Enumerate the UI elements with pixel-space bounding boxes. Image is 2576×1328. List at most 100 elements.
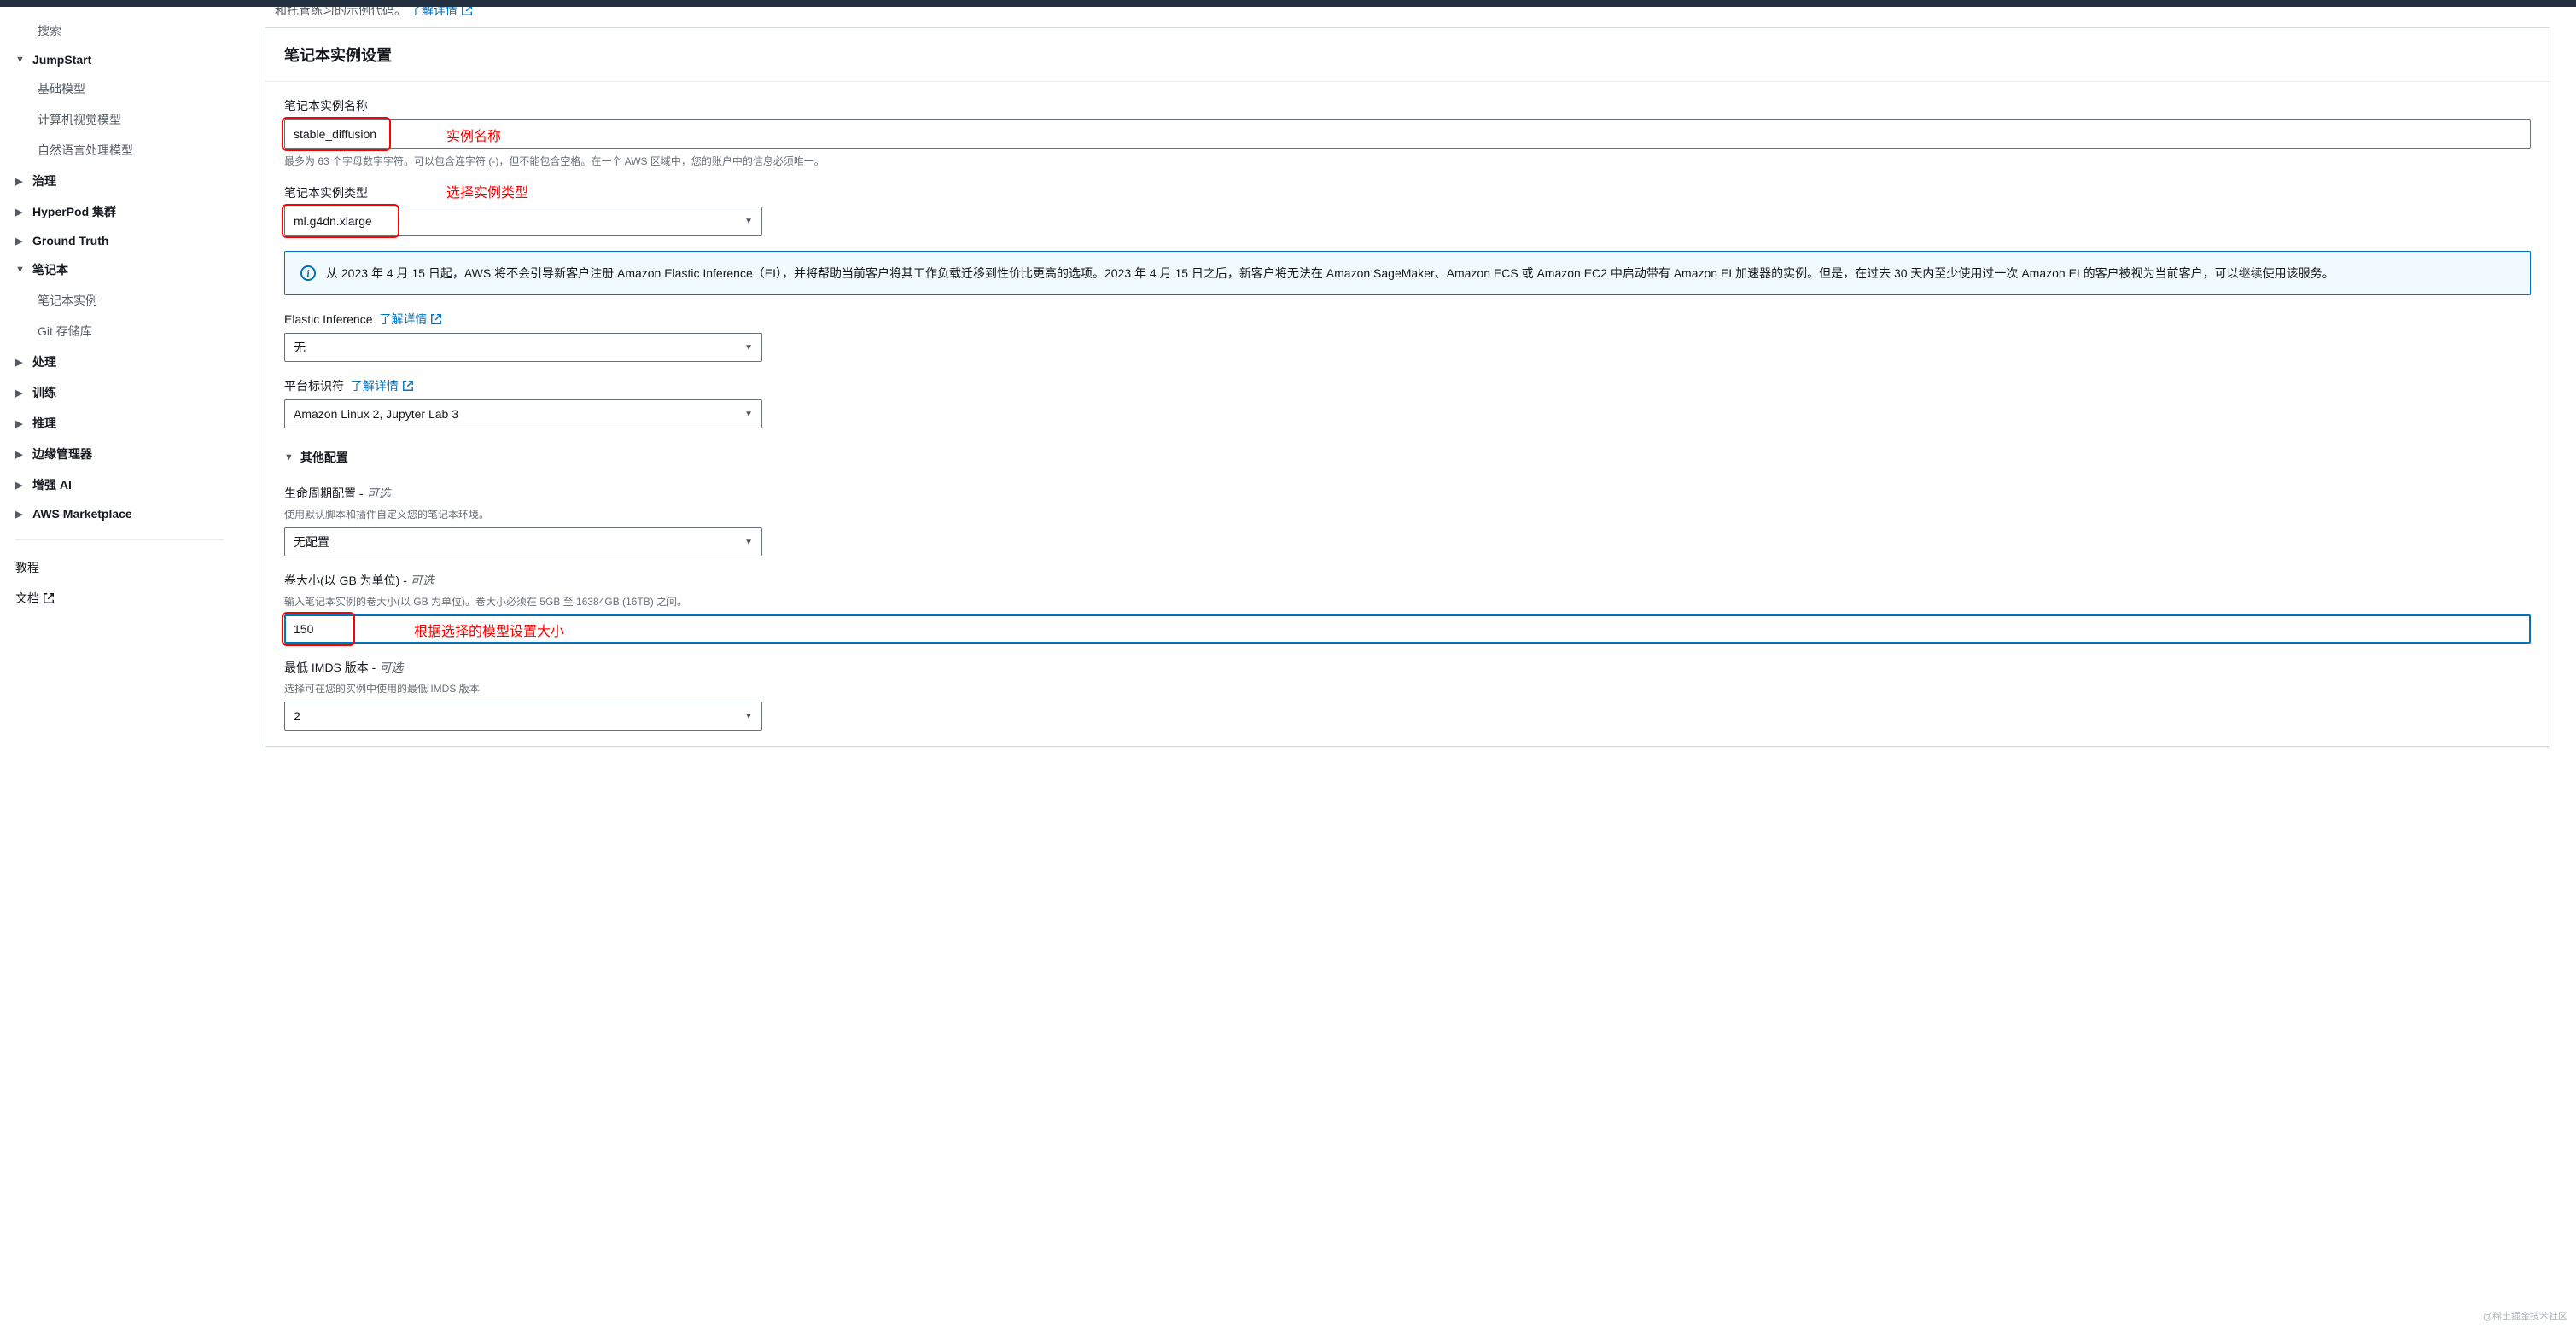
sidebar-item-nlp-models[interactable]: 自然语言处理模型: [0, 135, 239, 166]
platform-learn-more-link[interactable]: 了解详情: [351, 379, 414, 393]
info-text: 从 2023 年 4 月 15 日起，AWS 将不会引导新客户注册 Amazon…: [326, 264, 2334, 282]
caret-right-icon: ▶: [15, 509, 27, 520]
sidebar-link-tutorial[interactable]: 教程: [0, 552, 239, 583]
sidebar-label: Ground Truth: [32, 234, 108, 248]
imds-select[interactable]: 2 ▼: [284, 702, 762, 731]
panel-body: 笔记本实例名称 实例名称 最多为 63 个字母数字字符。可以包含连字符 (-)，…: [265, 82, 2550, 746]
caret-right-icon: ▶: [15, 449, 27, 460]
caret-right-icon: ▶: [15, 418, 27, 429]
sidebar-label: 处理: [32, 353, 56, 370]
sidebar-label: 教程: [15, 559, 39, 576]
sidebar-group-inference[interactable]: ▶推理: [0, 408, 239, 439]
top-nav-bar: [0, 0, 2576, 7]
optional-tag: 可选: [379, 661, 403, 674]
expander-label: 其他配置: [300, 449, 348, 466]
sidebar-group-edge[interactable]: ▶ 边缘管理器: [0, 439, 239, 469]
field-label-volume: 卷大小(以 GB 为单位) - 可选: [284, 572, 2531, 589]
field-label-text: 卷大小(以 GB 为单位) -: [284, 574, 411, 587]
link-text: 了解详情: [351, 379, 399, 393]
ei-learn-more-link[interactable]: 了解详情: [379, 312, 442, 326]
field-label-text: 生命周期配置 -: [284, 486, 366, 500]
info-icon: i: [300, 265, 316, 281]
caret-right-icon: ▶: [15, 176, 27, 187]
sidebar-label: JumpStart: [32, 53, 91, 67]
caret-down-icon: ▼: [744, 410, 753, 419]
sidebar-group-governance[interactable]: ▶ 治理: [0, 166, 239, 196]
caret-down-icon: ▼: [15, 265, 27, 275]
field-label-platform: 平台标识符 了解详情: [284, 377, 2531, 394]
help-text-volume: 输入笔记本实例的卷大小(以 GB 为单位)。卷大小必须在 5GB 至 16384…: [284, 594, 2531, 609]
optional-tag: 可选: [366, 486, 390, 500]
link-text: 了解详情: [379, 312, 427, 326]
sidebar-group-groundtruth[interactable]: ▶ Ground Truth: [0, 227, 239, 254]
caret-down-icon: ▼: [744, 712, 753, 721]
sidebar-group-jumpstart[interactable]: ▼ JumpStart: [0, 46, 239, 73]
caret-down-icon: ▼: [744, 217, 753, 226]
panel-title: 笔记本实例设置: [265, 28, 2550, 82]
sidebar-label: AWS Marketplace: [32, 507, 132, 521]
caret-down-icon: ▼: [744, 538, 753, 547]
caret-right-icon: ▶: [15, 387, 27, 399]
sidebar-group-augmented-ai[interactable]: ▶ 增强 AI: [0, 469, 239, 500]
caret-down-icon: ▼: [284, 452, 294, 463]
external-link-icon: [43, 591, 55, 605]
help-text-name: 最多为 63 个字母数字字符。可以包含连字符 (-)，但不能包含空格。在一个 A…: [284, 154, 2531, 169]
settings-panel: 笔记本实例设置 笔记本实例名称 实例名称 最多为 63 个字母数字字符。可以包含…: [265, 27, 2550, 747]
sidebar-label: 计算机视觉模型: [38, 111, 121, 128]
info-alert: i 从 2023 年 4 月 15 日起，AWS 将不会引导新客户注册 Amaz…: [284, 251, 2531, 295]
caret-right-icon: ▶: [15, 357, 27, 368]
sidebar-label: Git 存储库: [38, 323, 92, 340]
external-link-icon: [402, 379, 414, 393]
field-label-imds: 最低 IMDS 版本 - 可选: [284, 659, 2531, 676]
sidebar-item-notebook-instances[interactable]: 笔记本实例: [0, 285, 239, 316]
sidebar-divider: [15, 539, 224, 540]
sidebar-label: 治理: [32, 172, 56, 189]
sidebar-item-git-repos[interactable]: Git 存储库: [0, 316, 239, 347]
select-value: 无配置: [294, 533, 329, 550]
optional-tag: 可选: [411, 574, 434, 587]
sidebar-label: 自然语言处理模型: [38, 142, 133, 159]
sidebar: 搜索 ▼ JumpStart 基础模型 计算机视觉模型 自然语言处理模型 ▶ 治理…: [0, 0, 239, 1328]
caret-down-icon: ▼: [744, 343, 753, 352]
select-value: 2: [294, 709, 300, 723]
ei-select[interactable]: 无 ▼: [284, 333, 762, 362]
name-input-wrapper: 实例名称: [284, 119, 2531, 149]
sidebar-label: 边缘管理器: [32, 446, 92, 463]
volume-input-wrapper: 根据选择的模型设置大小: [284, 614, 2531, 644]
volume-size-input[interactable]: [284, 614, 2531, 644]
platform-select[interactable]: Amazon Linux 2, Jupyter Lab 3 ▼: [284, 399, 762, 428]
caret-right-icon: ▶: [15, 480, 27, 491]
notebook-name-input[interactable]: [284, 119, 2531, 149]
select-value: 无: [294, 339, 306, 356]
sidebar-group-notebook[interactable]: ▼ 笔记本: [0, 254, 239, 285]
field-label-text: Elastic Inference: [284, 312, 373, 326]
field-label-ei: Elastic Inference 了解详情: [284, 311, 2531, 328]
field-label-text: 平台标识符: [284, 379, 344, 393]
other-config-expander[interactable]: ▼ 其他配置: [284, 440, 2531, 469]
main-content: 和托管练习的示例代码。 了解详情 笔记本实例设置 笔记本实例名称 实例名称 最多…: [239, 0, 2576, 1328]
sidebar-group-processing[interactable]: ▶ 处理: [0, 347, 239, 377]
watermark: @稀土掘金技术社区: [2483, 1309, 2567, 1323]
sidebar-label: HyperPod 集群: [32, 203, 116, 220]
caret-right-icon: ▶: [15, 236, 27, 247]
help-text-imds: 选择可在您的实例中使用的最低 IMDS 版本: [284, 681, 2531, 696]
sidebar-item-foundation-models[interactable]: 基础模型: [0, 73, 239, 104]
sidebar-item-cv-models[interactable]: 计算机视觉模型: [0, 104, 239, 135]
external-link-icon: [430, 312, 442, 326]
instance-type-select[interactable]: ml.g4dn.xlarge ▼: [284, 207, 762, 236]
sidebar-label: 笔记本: [32, 261, 68, 278]
field-label-name: 笔记本实例名称: [284, 97, 2531, 114]
sidebar-label: 搜索: [38, 22, 61, 39]
sidebar-group-training[interactable]: ▶训练: [0, 377, 239, 408]
sidebar-group-hyperpod[interactable]: ▶ HyperPod 集群: [0, 196, 239, 227]
caret-right-icon: ▶: [15, 207, 27, 218]
type-select-wrapper: ml.g4dn.xlarge ▼ 选择实例类型: [284, 207, 2531, 236]
sidebar-group-marketplace[interactable]: ▶ AWS Marketplace: [0, 500, 239, 527]
sidebar-link-docs[interactable]: 文档: [0, 583, 239, 614]
help-text-lifecycle: 使用默认脚本和插件自定义您的笔记本环境。: [284, 507, 2531, 522]
sidebar-item-search[interactable]: 搜索: [0, 15, 239, 46]
sidebar-label: 增强 AI: [32, 476, 72, 493]
lifecycle-select[interactable]: 无配置 ▼: [284, 527, 762, 556]
sidebar-label: 笔记本实例: [38, 292, 97, 309]
field-label-type: 笔记本实例类型: [284, 184, 2531, 201]
